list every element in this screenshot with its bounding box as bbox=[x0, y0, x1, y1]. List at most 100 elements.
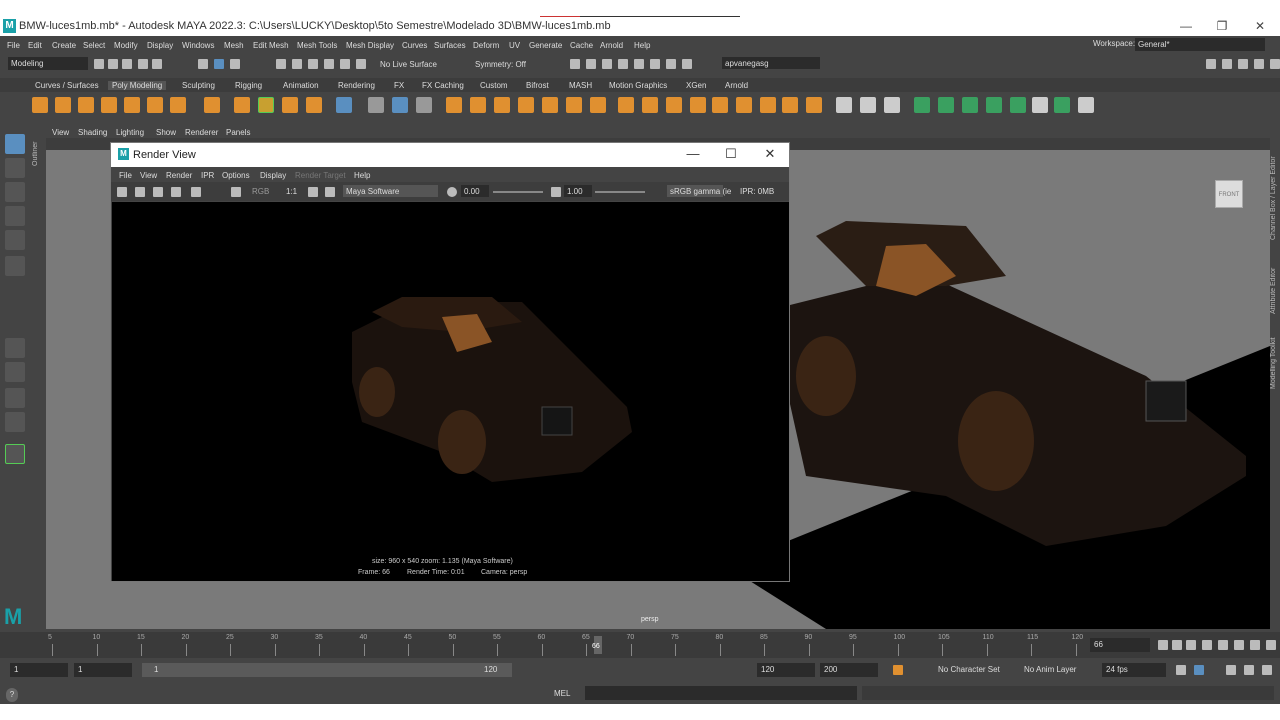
uv-automatic-icon[interactable] bbox=[938, 97, 954, 113]
poly-svg-icon[interactable] bbox=[306, 97, 322, 113]
uv-cut-icon[interactable] bbox=[962, 97, 978, 113]
gamma-icon[interactable] bbox=[551, 187, 561, 197]
sweep-mesh-icon[interactable] bbox=[234, 97, 250, 113]
gamma-field[interactable]: 1.00 bbox=[564, 185, 592, 197]
attribute-editor-icon[interactable] bbox=[1238, 59, 1248, 69]
paint-select-icon[interactable] bbox=[5, 182, 25, 202]
channel-box-icon[interactable] bbox=[1270, 59, 1280, 69]
menu-create[interactable]: Create bbox=[52, 41, 76, 50]
restore-button[interactable]: ❐ bbox=[1202, 17, 1242, 36]
select-component-icon[interactable] bbox=[214, 59, 224, 69]
go-to-start-icon[interactable] bbox=[1158, 640, 1168, 650]
time-slider[interactable] bbox=[0, 632, 1280, 658]
tool-settings-icon[interactable] bbox=[1254, 59, 1264, 69]
menu-select[interactable]: Select bbox=[83, 41, 105, 50]
four-view-icon[interactable] bbox=[5, 362, 25, 382]
snap-vertex-icon[interactable] bbox=[356, 59, 366, 69]
key-icon[interactable] bbox=[1244, 665, 1254, 675]
menu-file[interactable]: File bbox=[7, 41, 20, 50]
magnify-icon[interactable] bbox=[5, 444, 25, 464]
playback-end-field[interactable]: 120 bbox=[757, 663, 815, 677]
keep-image-icon[interactable] bbox=[231, 187, 241, 197]
offset-edge-loop-icon[interactable] bbox=[666, 97, 682, 113]
tab-rendering[interactable]: Rendering bbox=[338, 81, 375, 90]
character-set-dropdown[interactable]: No Character Set bbox=[934, 663, 1012, 677]
render-settings-icon[interactable] bbox=[618, 59, 628, 69]
modelling-toolkit-tab[interactable]: Modelling Toolkit bbox=[1270, 319, 1280, 389]
ratio-label[interactable]: 1:1 bbox=[283, 185, 300, 197]
snap-curve-icon[interactable] bbox=[292, 59, 302, 69]
sculpt-brush-icon[interactable] bbox=[884, 97, 900, 113]
render-view-minimize-button[interactable]: — bbox=[678, 146, 708, 161]
mode-dropdown[interactable]: Modeling bbox=[8, 57, 88, 70]
tab-custom[interactable]: Custom bbox=[480, 81, 508, 90]
close-button[interactable]: ✕ bbox=[1240, 17, 1280, 36]
menu-edit[interactable]: Edit bbox=[28, 41, 42, 50]
exposure-field[interactable]: 0.00 bbox=[461, 185, 489, 197]
snap-grid-icon[interactable] bbox=[276, 59, 286, 69]
select-object-icon[interactable] bbox=[230, 59, 240, 69]
uv-checker-icon[interactable] bbox=[1032, 97, 1048, 113]
menu-windows[interactable]: Windows bbox=[182, 41, 214, 50]
vp-menu-panels[interactable]: Panels bbox=[226, 128, 250, 137]
poly-torus-icon[interactable] bbox=[124, 97, 140, 113]
fill-hole-icon[interactable] bbox=[542, 97, 558, 113]
merge-icon[interactable] bbox=[566, 97, 582, 113]
renderer-dropdown[interactable]: Maya Software bbox=[343, 185, 438, 197]
menu-mesh-display[interactable]: Mesh Display bbox=[346, 41, 394, 50]
rv-menu-view[interactable]: View bbox=[140, 171, 157, 180]
menu-uv[interactable]: UV bbox=[509, 41, 520, 50]
ipr-icon[interactable] bbox=[171, 187, 181, 197]
menu-generate[interactable]: Generate bbox=[529, 41, 562, 50]
animation-end-field[interactable]: 200 bbox=[820, 663, 878, 677]
ipr-render-icon[interactable] bbox=[602, 59, 612, 69]
append-polygon-icon[interactable] bbox=[690, 97, 706, 113]
snap-point-icon[interactable] bbox=[308, 59, 318, 69]
loop-icon[interactable] bbox=[1176, 665, 1186, 675]
script-language-toggle[interactable]: MEL bbox=[550, 687, 582, 701]
tab-fx-caching[interactable]: FX Caching bbox=[422, 81, 464, 90]
move-tool-icon[interactable] bbox=[5, 206, 25, 226]
undo-icon[interactable] bbox=[138, 59, 148, 69]
menu-help[interactable]: Help bbox=[634, 41, 650, 50]
menu-arnold[interactable]: Arnold bbox=[600, 41, 623, 50]
outliner-label[interactable]: Outliner bbox=[32, 126, 44, 166]
menu-mesh[interactable]: Mesh bbox=[224, 41, 244, 50]
play-forwards-icon[interactable] bbox=[1218, 640, 1228, 650]
step-back-frame-icon[interactable] bbox=[1186, 640, 1196, 650]
scale-tool-icon[interactable] bbox=[5, 256, 25, 276]
menu-modify[interactable]: Modify bbox=[114, 41, 138, 50]
extrude-icon[interactable] bbox=[494, 97, 510, 113]
poly-disc-icon[interactable] bbox=[170, 97, 186, 113]
symmetry-label[interactable]: Symmetry: Off bbox=[472, 58, 542, 70]
tab-motion-graphics[interactable]: Motion Graphics bbox=[609, 81, 667, 90]
vp-menu-show[interactable]: Show bbox=[156, 128, 176, 137]
two-view-icon[interactable] bbox=[5, 388, 25, 408]
quad-draw-icon[interactable] bbox=[836, 97, 852, 113]
menu-cache[interactable]: Cache bbox=[570, 41, 593, 50]
open-scene-icon[interactable] bbox=[108, 59, 118, 69]
uv-editor-icon[interactable] bbox=[1078, 97, 1094, 113]
user-account-dropdown[interactable]: apvanegasg bbox=[722, 57, 820, 69]
menu-surfaces[interactable]: Surfaces bbox=[434, 41, 466, 50]
smooth-icon[interactable] bbox=[392, 97, 408, 113]
animation-start-field[interactable]: 1 bbox=[10, 663, 68, 677]
mel-command-input[interactable] bbox=[585, 686, 857, 700]
rv-menu-render[interactable]: Render bbox=[166, 171, 192, 180]
triangulate-icon[interactable] bbox=[590, 97, 606, 113]
poly-sphere-icon[interactable] bbox=[32, 97, 48, 113]
colorspace-dropdown[interactable]: sRGB gamma (ie bbox=[667, 185, 731, 197]
view-cube-front[interactable]: FRONT bbox=[1215, 180, 1243, 208]
collapse-icon[interactable] bbox=[760, 97, 776, 113]
select-arrow-icon[interactable] bbox=[5, 134, 25, 154]
render-view-close-button[interactable]: ✕ bbox=[755, 146, 785, 162]
range-slider[interactable]: 1 120 bbox=[142, 663, 512, 677]
rv-menu-file[interactable]: File bbox=[119, 171, 132, 180]
lasso-select-icon[interactable] bbox=[5, 158, 25, 178]
bridge-icon[interactable] bbox=[470, 97, 486, 113]
step-forward-key-icon[interactable] bbox=[1250, 640, 1260, 650]
menu-deform[interactable]: Deform bbox=[473, 41, 499, 50]
snap-surface-icon[interactable] bbox=[340, 59, 350, 69]
rotate-tool-icon[interactable] bbox=[5, 230, 25, 250]
tab-animation[interactable]: Animation bbox=[283, 81, 319, 90]
